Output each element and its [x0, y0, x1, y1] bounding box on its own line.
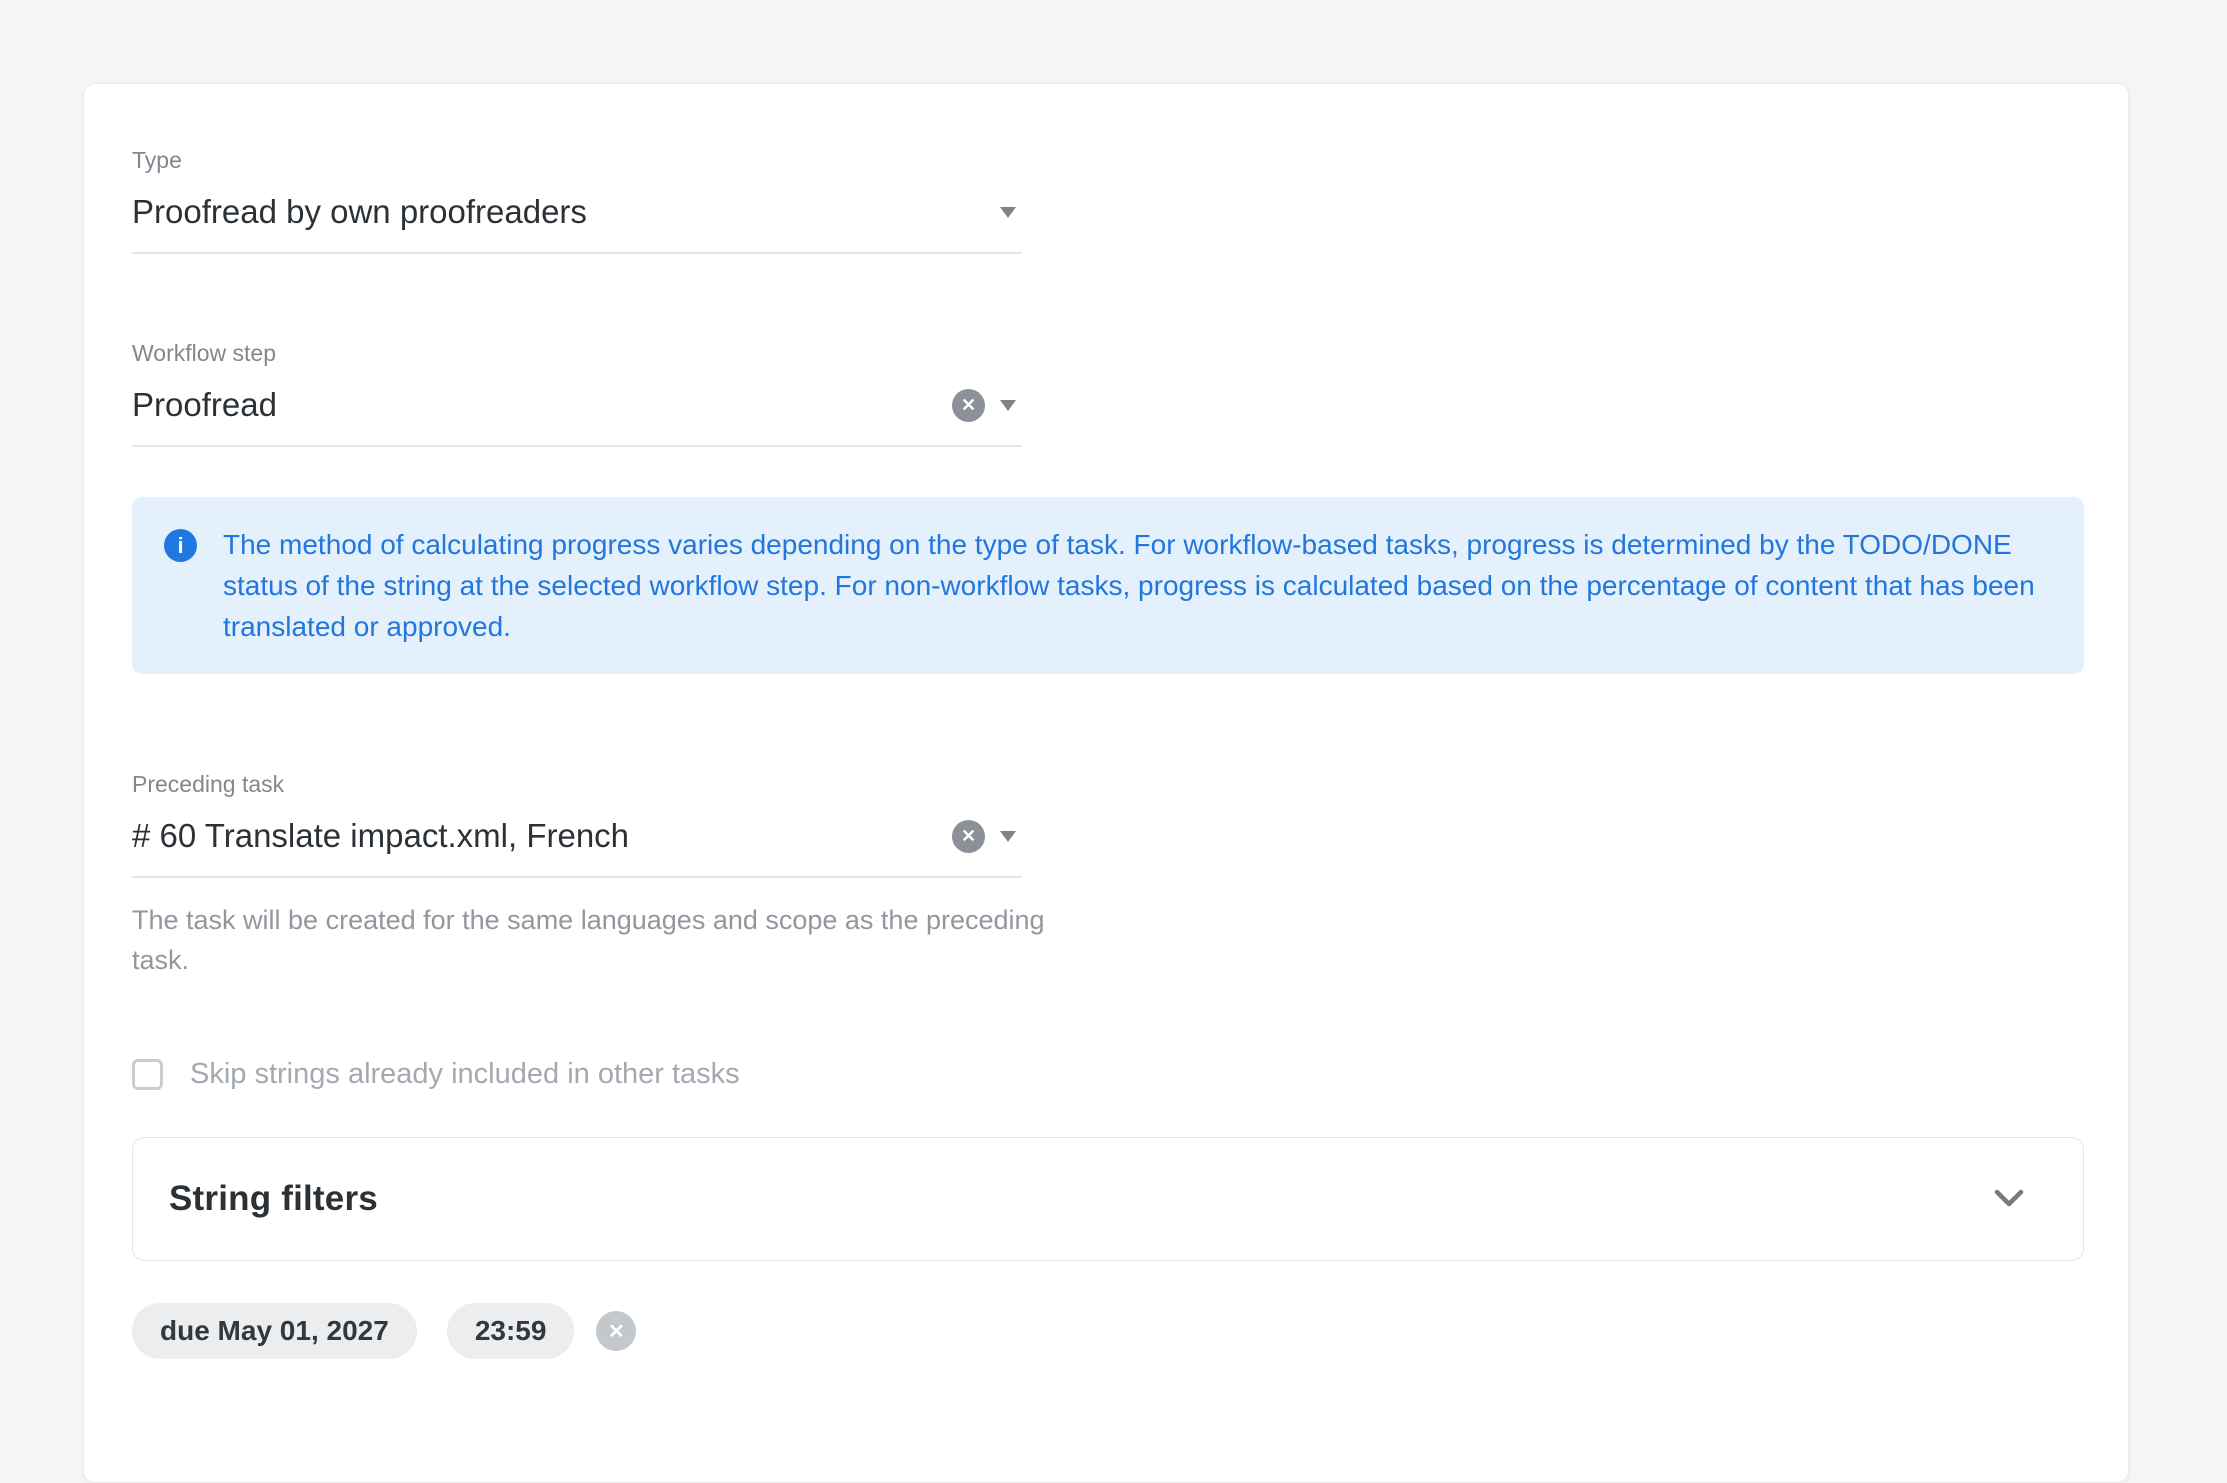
clear-icon: ✕ [961, 395, 976, 416]
remove-circle-icon: ✕ [608, 1319, 625, 1344]
workflow-step-value: Proofread [132, 385, 952, 425]
chevron-down-icon [1993, 1189, 2025, 1209]
task-settings-card: Type Proofread by own proofreaders Workf… [83, 83, 2129, 1483]
string-filters-toggle[interactable]: String filters [132, 1137, 2084, 1261]
string-filters-title: String filters [169, 1179, 378, 1219]
workflow-step-label: Workflow step [132, 339, 1022, 367]
type-select[interactable]: Type Proofread by own proofreaders [132, 146, 1022, 254]
preceding-task-clear-button[interactable]: ✕ [952, 820, 985, 853]
workflow-step-select[interactable]: Workflow step Proofread ✕ [132, 339, 1022, 447]
preceding-task-value: # 60 Translate impact.xml, French [132, 816, 952, 856]
preceding-task-label: Preceding task [132, 770, 1022, 798]
type-value: Proofread by own proofreaders [132, 192, 1000, 232]
caret-down-icon [1000, 831, 1016, 842]
skip-strings-row: Skip strings already included in other t… [132, 1058, 2084, 1091]
info-icon: i [164, 529, 197, 562]
skip-strings-checkbox[interactable] [132, 1059, 163, 1090]
remove-due-date-button[interactable]: ✕ [596, 1311, 636, 1351]
skip-strings-label: Skip strings already included in other t… [190, 1058, 740, 1091]
due-time-chip[interactable]: 23:59 [447, 1303, 575, 1359]
due-chips-row: due May 01, 2027 23:59 ✕ [132, 1303, 2084, 1359]
due-date-chip[interactable]: due May 01, 2027 [132, 1303, 417, 1359]
workflow-step-clear-button[interactable]: ✕ [952, 389, 985, 422]
clear-icon: ✕ [961, 826, 976, 847]
caret-down-icon [1000, 400, 1016, 411]
caret-down-icon [1000, 207, 1016, 218]
progress-info-banner: i The method of calculating progress var… [132, 497, 2084, 674]
preceding-task-helper-text: The task will be created for the same la… [132, 900, 1067, 980]
type-label: Type [132, 146, 1022, 174]
preceding-task-select[interactable]: Preceding task # 60 Translate impact.xml… [132, 770, 1022, 878]
progress-info-text: The method of calculating progress varie… [223, 524, 2035, 647]
